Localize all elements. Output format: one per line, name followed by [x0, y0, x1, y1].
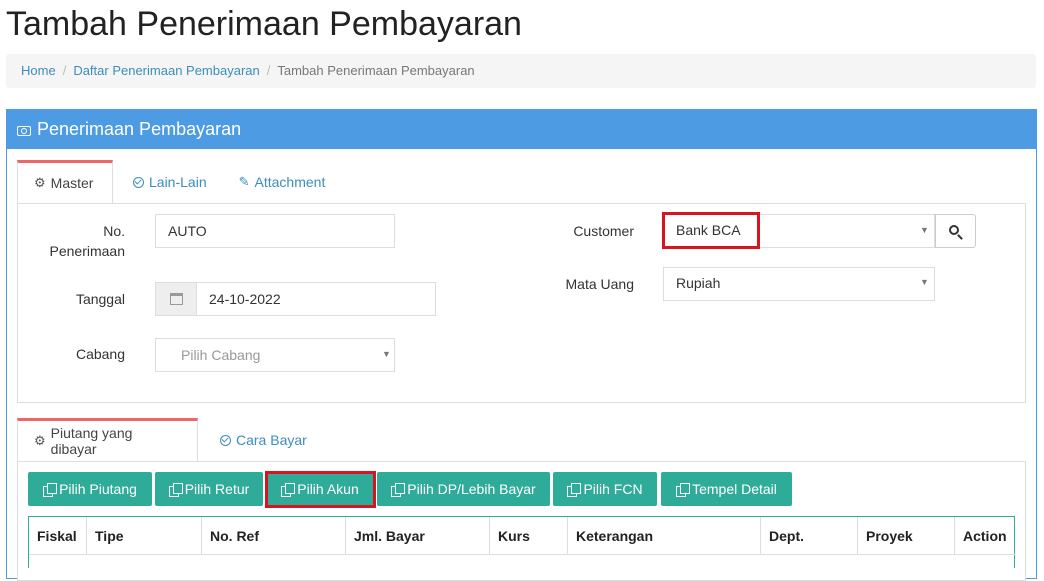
breadcrumb-separator: / [62, 63, 67, 78]
tab-piutang-label: Piutang yang dibayar [50, 425, 133, 457]
copy-icon [567, 483, 582, 497]
breadcrumb-home[interactable]: Home [21, 63, 56, 78]
pilih-fcn-label: Pilih FCN [583, 481, 643, 497]
breadcrumb-separator: / [266, 63, 271, 78]
calendar-icon [169, 293, 183, 305]
no-penerimaan-input[interactable]: AUTO [155, 214, 395, 248]
money-icon [17, 125, 31, 136]
column-header-no-ref: No. Ref [202, 517, 346, 555]
chevron-down-icon: ▼ [920, 225, 929, 235]
no-penerimaan-label-1: No. [103, 223, 125, 239]
copy-icon [168, 483, 183, 497]
pilih-dp-label: Pilih DP/Lebih Bayar [407, 481, 536, 497]
tab-cara-bayar[interactable]: Cara Bayar [198, 418, 323, 462]
tab-piutang[interactable]: ⚙ Piutang yang dibayar [17, 418, 198, 462]
pilih-dp-button[interactable]: Pilih DP/Lebih Bayar [377, 472, 550, 506]
mata-uang-select[interactable]: Rupiah [663, 267, 935, 301]
highlight-box [662, 212, 760, 249]
column-header-fiskal: Fiskal [29, 517, 87, 555]
detail-tabs: ⚙ Piutang yang dibayar Cara Bayar [17, 418, 323, 462]
no-penerimaan-label-2: Penerimaan [49, 243, 126, 259]
chevron-down-icon: ▼ [382, 349, 391, 359]
check-circle-icon [220, 434, 231, 446]
customer-search-button[interactable] [935, 214, 976, 248]
column-header-keterangan: Keterangan [568, 517, 761, 555]
gears-icon: ⚙ [34, 175, 46, 190]
column-header-jml-bayar: Jml. Bayar [346, 517, 490, 555]
tab-lain-lain[interactable]: Lain-Lain [113, 160, 223, 204]
pilih-fcn-button[interactable]: Pilih FCN [553, 472, 657, 506]
column-header-proyek: Proyek [858, 517, 955, 555]
tanggal-input[interactable]: 24-10-2022 [196, 282, 436, 316]
calendar-addon[interactable] [155, 282, 197, 316]
cabang-label: Cabang [75, 346, 125, 362]
tab-attachment-label: Attachment [254, 174, 326, 190]
page-title: Tambah Penerimaan Pembayaran [6, 5, 522, 43]
highlight-box [265, 471, 376, 508]
tempel-detail-button[interactable]: Tempel Detail [661, 472, 792, 506]
pilih-piutang-button[interactable]: Pilih Piutang [28, 472, 152, 506]
check-circle-icon [133, 176, 144, 188]
panel-header: Penerimaan Pembayaran [7, 109, 1036, 149]
column-header-tipe: Tipe [87, 517, 202, 555]
paste-icon [676, 483, 691, 497]
pilih-retur-button[interactable]: Pilih Retur [155, 472, 263, 506]
panel-title: Penerimaan Pembayaran [37, 118, 242, 139]
breadcrumb: Home / Daftar Penerimaan Pembayaran / Tambah… [6, 54, 1036, 88]
tab-cara-bayar-label: Cara Bayar [236, 432, 307, 448]
customer-label: Customer [573, 223, 634, 239]
tab-master-label: Master [50, 175, 94, 191]
tab-lain-lain-label: Lain-Lain [149, 174, 207, 190]
breadcrumb-current: Tambah Penerimaan Pembayaran [277, 63, 475, 78]
tab-attachment[interactable]: ✎ Attachment [223, 160, 342, 204]
master-tabs: ⚙ Master Lain-Lain ✎ Attachment [17, 160, 341, 204]
breadcrumb-daftar[interactable]: Daftar Penerimaan Pembayaran [73, 63, 259, 78]
search-icon [949, 224, 959, 235]
pilih-piutang-label: Pilih Piutang [59, 481, 137, 497]
tanggal-label: Tanggal [75, 291, 125, 307]
copy-icon [391, 483, 406, 497]
copy-icon [43, 483, 58, 497]
gears-icon: ⚙ [34, 433, 46, 448]
pilih-retur-label: Pilih Retur [184, 481, 250, 497]
chevron-down-icon: ▼ [920, 277, 929, 287]
tempel-detail-label: Tempel Detail [692, 481, 777, 497]
paperclip-icon: ✎ [238, 174, 250, 189]
column-header-kurs: Kurs [490, 517, 568, 555]
mata-uang-label: Mata Uang [565, 276, 634, 292]
column-header-action: Action [955, 517, 1015, 555]
column-header-dept: Dept. [761, 517, 858, 555]
detail-table: Fiskal Tipe No. Ref Jml. Bayar Kurs Kete… [28, 516, 1015, 568]
tab-master[interactable]: ⚙ Master [17, 160, 113, 204]
cabang-select[interactable]: Pilih Cabang [155, 338, 395, 372]
